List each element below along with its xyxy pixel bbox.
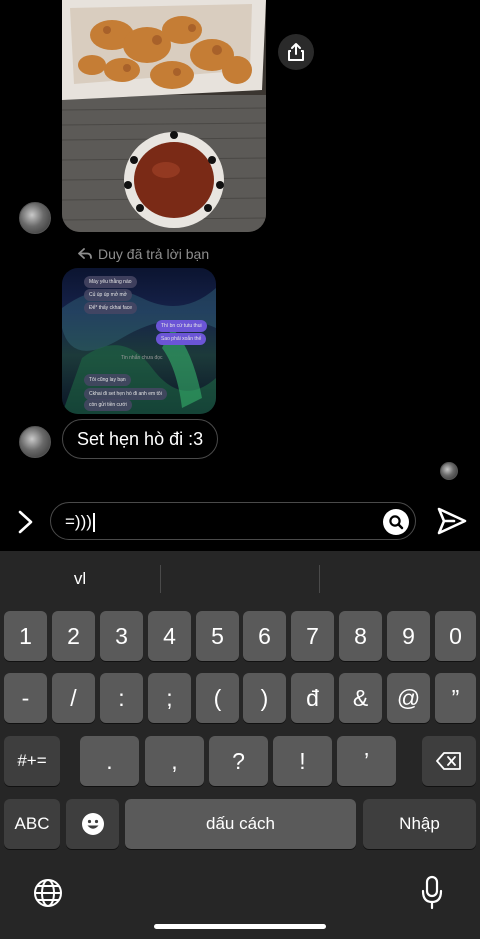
backspace-icon <box>436 752 461 770</box>
key-8[interactable]: 8 <box>339 611 382 661</box>
sender-avatar[interactable] <box>19 202 51 234</box>
thumb-msg: Sao phải xoắn thế <box>156 333 207 345</box>
emoji-icon <box>81 813 104 835</box>
key-7[interactable]: 7 <box>291 611 334 661</box>
key-slash[interactable]: / <box>52 673 95 723</box>
seen-avatar <box>440 462 458 480</box>
message-text: Set hẹn hò đi :3 <box>77 428 204 449</box>
key-semicolon[interactable]: ; <box>148 673 191 723</box>
return-key[interactable]: Nhập <box>363 799 476 849</box>
send-icon <box>437 507 467 535</box>
key-period[interactable]: . <box>80 736 139 786</box>
key-9[interactable]: 9 <box>387 611 430 661</box>
key-2[interactable]: 2 <box>52 611 95 661</box>
key-6[interactable]: 6 <box>243 611 286 661</box>
thumb-unread-divider: Tin nhắn chưa đọc <box>121 355 163 361</box>
thumb-msg: Để* thấy ckhai face <box>84 302 138 314</box>
dictation-button[interactable] <box>421 875 443 916</box>
key-1[interactable]: 1 <box>4 611 47 661</box>
thumb-msg: Mày yêu thằng nào <box>84 276 137 288</box>
shared-photo[interactable] <box>62 0 266 232</box>
message-input[interactable]: =))) <box>50 502 416 540</box>
reply-label-text: Duy đã trả lời bạn <box>98 246 210 262</box>
key-quote[interactable]: ” <box>435 673 476 723</box>
space-key[interactable]: dấu cách <box>125 799 356 849</box>
key-3[interactable]: 3 <box>100 611 143 661</box>
reply-label: Duy đã trả lời bạn <box>78 246 209 262</box>
key-question[interactable]: ? <box>209 736 268 786</box>
key-at[interactable]: @ <box>387 673 430 723</box>
key-d-stroke[interactable]: đ <box>291 673 334 723</box>
key-colon[interactable]: : <box>100 673 143 723</box>
key-exclamation[interactable]: ! <box>273 736 332 786</box>
search-icon <box>389 515 404 530</box>
expand-button[interactable] <box>14 508 38 536</box>
reply-arrow-icon <box>78 248 92 259</box>
key-abc[interactable]: ABC <box>4 799 60 849</box>
share-button[interactable] <box>278 34 314 70</box>
globe-button[interactable] <box>32 877 64 914</box>
key-comma[interactable]: , <box>145 736 204 786</box>
globe-icon <box>34 879 62 907</box>
suggestion-2[interactable] <box>160 551 320 607</box>
message-input-value: =))) <box>65 512 92 531</box>
send-button[interactable] <box>436 506 468 536</box>
key-0[interactable]: 0 <box>435 611 476 661</box>
thumb-msg: Thì bn cứ tutu thui <box>156 320 207 332</box>
replied-message-thumbnail[interactable]: Mày yêu thằng nào Củ úp úp mở mở Để* thấ… <box>62 268 216 414</box>
suggestion-1[interactable]: vl <box>0 551 160 607</box>
microphone-icon <box>421 875 443 910</box>
key-apostrophe[interactable]: ’ <box>337 736 396 786</box>
key-4[interactable]: 4 <box>148 611 191 661</box>
suggestion-bar: vl <box>0 551 480 607</box>
key-symbols[interactable]: #+= <box>4 736 60 786</box>
key-ampersand[interactable]: & <box>339 673 382 723</box>
search-button[interactable] <box>383 509 409 535</box>
key-hyphen[interactable]: - <box>4 673 47 723</box>
thumb-msg: Tôi cũng lay bạn <box>84 374 131 386</box>
thumb-msg: còn gửi tiền cưới <box>84 399 132 411</box>
home-indicator <box>154 924 326 929</box>
delete-key[interactable] <box>422 736 476 786</box>
suggestion-3[interactable] <box>320 551 480 607</box>
emoji-key[interactable] <box>66 799 119 849</box>
share-icon <box>288 43 304 61</box>
message-bubble[interactable]: Set hẹn hò đi :3 <box>62 419 219 459</box>
key-5[interactable]: 5 <box>196 611 239 661</box>
key-open-paren[interactable]: ( <box>196 673 239 723</box>
chevron-right-icon <box>18 510 33 534</box>
sender-avatar[interactable] <box>19 426 51 458</box>
key-close-paren[interactable]: ) <box>243 673 286 723</box>
fried-chicken-photo <box>62 0 266 232</box>
text-caret <box>92 512 95 532</box>
thumb-msg: Củ úp úp mở mở <box>84 289 132 301</box>
